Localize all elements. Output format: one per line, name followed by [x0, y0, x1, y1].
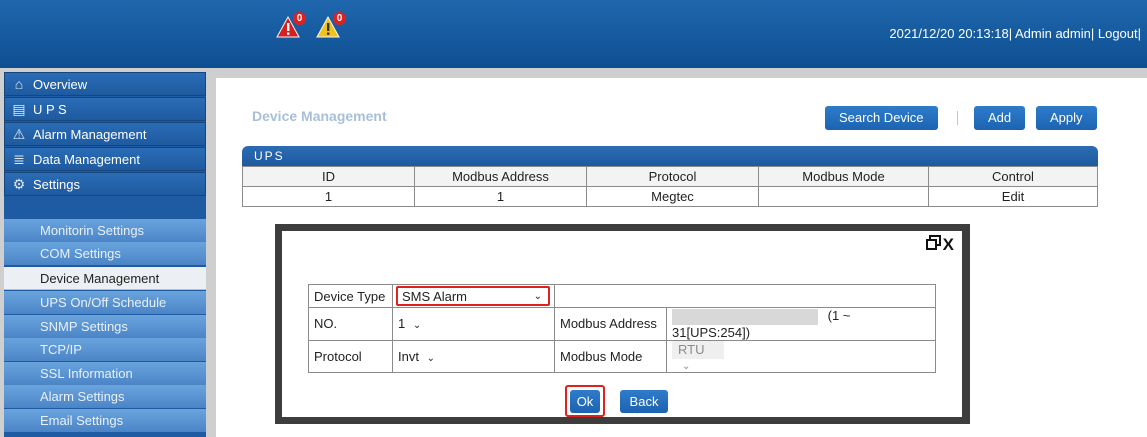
sidebar-item-label: Settings [33, 176, 80, 192]
critical-alarm-indicator[interactable]: 0 [276, 12, 306, 41]
no-value: 1 [398, 316, 406, 332]
empty-cell [554, 284, 936, 308]
protocol-cell: Invt ⌄ [392, 339, 555, 373]
sidebar-subitem-label: COM Settings [40, 245, 121, 261]
ok-button[interactable]: Ok [570, 390, 600, 413]
search-device-button[interactable]: Search Device [825, 106, 938, 130]
dialog-controls: X [925, 235, 954, 255]
device-dialog-overlay: X Device Type SMS Alarm ⌄ NO. 1 ⌄ Modbus… [275, 224, 970, 424]
sidebar-subitem-device-management[interactable]: Device Management [4, 267, 206, 290]
modbus-mode-cell: RTU ⌄ [666, 339, 936, 373]
sidebar-subitem-ups-schedule[interactable]: UPS On/Off Schedule [4, 291, 206, 314]
sidebar-subitem-snmp-settings[interactable]: SNMP Settings [4, 315, 206, 338]
sidebar-subitem-label: Alarm Settings [40, 388, 125, 404]
table-cell [758, 186, 929, 207]
table-cell: Megtec [586, 186, 759, 207]
warning-alarm-count: 0 [333, 12, 346, 25]
table-row: 1 1 Megtec Edit [242, 186, 1098, 207]
no-label: NO. [308, 307, 393, 341]
sidebar-item-settings[interactable]: ⚙ Settings [4, 172, 206, 196]
protocol-select[interactable]: Invt ⌄ [398, 349, 435, 364]
sidebar-item-alarm-management[interactable]: ⚠ Alarm Management [4, 122, 206, 146]
sidebar-subitem-label: Device Management [40, 270, 160, 286]
no-cell: 1 ⌄ [392, 307, 555, 341]
sidebar-subitem-label: UPS On/Off Schedule [40, 294, 167, 310]
modbus-mode-value: RTU [678, 341, 705, 357]
page-title: Device Management [252, 108, 387, 124]
chevron-down-icon: ⌄ [682, 360, 691, 372]
sidebar-subitem-email-settings[interactable]: Email Settings [4, 409, 206, 432]
modbus-address-input[interactable] [672, 308, 818, 325]
sidebar-subitem-label: Monitorin Settings [40, 222, 145, 238]
device-type-value: SMS Alarm [402, 289, 468, 304]
sidebar-subitem-tcp-ip[interactable]: TCP/IP [4, 338, 206, 361]
warning-alarm-indicator[interactable]: 0 [316, 12, 346, 41]
modbus-mode-select[interactable]: RTU ⌄ [672, 340, 724, 372]
apply-button[interactable]: Apply [1036, 106, 1097, 130]
datetime-text: 2021/12/20 20:13:18| [889, 26, 1013, 41]
column-header: Modbus Address [414, 166, 587, 187]
critical-alarm-count: 0 [293, 12, 306, 25]
device-dialog: X Device Type SMS Alarm ⌄ NO. 1 ⌄ Modbus… [282, 231, 962, 417]
protocol-value: Invt [398, 348, 419, 364]
restore-window-icon[interactable] [925, 235, 941, 255]
modbus-address-label: Modbus Address [554, 307, 667, 341]
sidebar-item-label: Alarm Management [33, 126, 147, 142]
sidebar-subitem-ssl-information[interactable]: SSL Information [4, 362, 206, 385]
add-button[interactable]: Add [974, 106, 1026, 130]
chevron-down-icon: ⌄ [426, 352, 435, 364]
home-icon: ⌂ [14, 76, 24, 92]
device-form: Device Type SMS Alarm ⌄ NO. 1 ⌄ Modbus A… [308, 284, 936, 373]
modbus-mode-label: Modbus Mode [554, 339, 667, 373]
chevron-down-icon: ⌄ [412, 320, 422, 332]
gear-icon: ⚙ [12, 175, 26, 192]
user-status-bar: 2021/12/20 20:13:18| Admin admin| Logout… [889, 26, 1141, 41]
device-table: UPS ID Modbus Address Protocol Modbus Mo… [242, 146, 1098, 207]
sidebar-item-ups[interactable]: ▤ U P S [4, 97, 206, 121]
sidebar-item-label: U P S [33, 101, 67, 117]
edit-link[interactable]: Edit [928, 186, 1098, 207]
sidebar-subitem-label: SSL Information [40, 365, 133, 381]
sidebar-subitem-label: Email Settings [40, 412, 124, 428]
column-header: Protocol [586, 166, 759, 187]
sidebar-item-data-management[interactable]: ≣ Data Management [4, 147, 206, 171]
user-name: Admin admin| [1014, 26, 1095, 41]
top-header: 0 0 2021/12/20 20:13:18| Admin admin| Lo… [0, 0, 1147, 68]
database-icon: ≣ [13, 150, 25, 167]
column-header: ID [242, 166, 415, 187]
sidebar-subitem-com-settings[interactable]: COM Settings [4, 242, 206, 265]
sidebar-item-label: Data Management [33, 151, 140, 167]
sidebar-item-label: Overview [33, 76, 88, 92]
sidebar: ⌂ Overview ▤ U P S ⚠ Alarm Management ≣ … [4, 72, 206, 437]
column-header: Control [928, 166, 1098, 187]
sidebar-subitem-label: TCP/IP [40, 341, 82, 357]
protocol-label: Protocol [308, 339, 393, 373]
table-cell: 1 [242, 186, 415, 207]
close-icon[interactable]: X [943, 235, 954, 255]
sidebar-subitem-alarm-settings[interactable]: Alarm Settings [4, 385, 206, 408]
table-caption: UPS [242, 146, 1098, 166]
modbus-address-cell: (1 ~ 31[UPS:254]) [666, 307, 936, 341]
device-type-select[interactable]: SMS Alarm ⌄ [396, 286, 550, 306]
sidebar-subitem-monitoring-settings[interactable]: Monitorin Settings [4, 219, 206, 242]
no-select[interactable]: 1 ⌄ [398, 316, 421, 331]
table-header-row: ID Modbus Address Protocol Modbus Mode C… [242, 166, 1098, 187]
sidebar-item-overview[interactable]: ⌂ Overview [4, 72, 206, 96]
column-header: Modbus Mode [758, 166, 929, 187]
back-button[interactable]: Back [620, 390, 668, 413]
table-cell: 1 [414, 186, 587, 207]
device-type-label: Device Type [308, 284, 393, 308]
ups-icon: ▤ [12, 100, 26, 117]
toolbar-divider [957, 111, 958, 125]
chevron-down-icon: ⌄ [533, 291, 542, 302]
warning-icon: ⚠ [12, 125, 26, 142]
sidebar-subitem-label: SNMP Settings [40, 318, 128, 334]
device-type-cell: SMS Alarm ⌄ [392, 284, 555, 308]
logout-link[interactable]: Logout| [1098, 26, 1141, 41]
